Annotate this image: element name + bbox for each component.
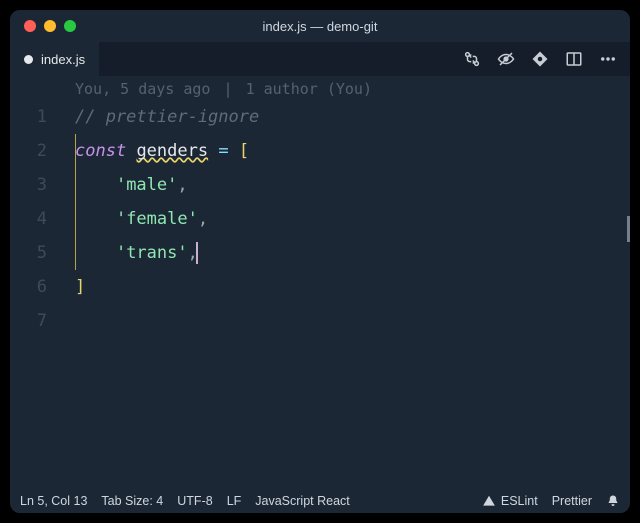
status-notifications[interactable] <box>606 494 620 508</box>
code-line[interactable]: ] <box>65 270 630 304</box>
line-number[interactable]: 4 <box>10 202 47 236</box>
title-bar: index.js — demo-git <box>10 10 630 42</box>
line-number[interactable]: 1 <box>10 100 47 134</box>
status-bar: Ln 5, Col 13 Tab Size: 4 UTF-8 LF JavaSc… <box>10 489 630 513</box>
warning-icon <box>482 494 496 508</box>
tab-label: index.js <box>41 52 85 67</box>
status-eslint-label: ESLint <box>501 494 538 508</box>
line-number[interactable]: 2 <box>10 134 47 168</box>
minimize-window-button[interactable] <box>44 20 56 32</box>
window-controls <box>10 20 76 32</box>
comment-token: // prettier-ignore <box>75 107 259 127</box>
authors-count: 1 author (You) <box>246 80 372 98</box>
toggle-watch-icon[interactable] <box>492 45 520 73</box>
breadcrumb-area <box>99 42 450 76</box>
line-number[interactable]: 6 <box>10 270 47 304</box>
punct-token: , <box>188 243 198 263</box>
line-number[interactable]: 7 <box>10 304 47 338</box>
blame-author: You, 5 days ago <box>75 80 210 98</box>
tab-bar: index.js <box>10 42 630 76</box>
code-lens[interactable]: You, 5 days ago | 1 author (You) <box>10 76 630 100</box>
code-line[interactable]: 'female', <box>65 202 630 236</box>
split-editor-icon[interactable] <box>560 45 588 73</box>
code-line[interactable]: const genders = [ <box>65 134 630 168</box>
code-line[interactable]: // prettier-ignore <box>65 100 630 134</box>
separator: | <box>224 80 233 98</box>
code-area[interactable]: // prettier-ignore const genders = [ 'ma… <box>65 100 630 489</box>
code-lines[interactable]: // prettier-ignore const genders = [ 'ma… <box>65 100 630 338</box>
line-number[interactable]: 5 <box>10 236 47 270</box>
identifier-token: genders <box>136 141 208 161</box>
bracket-token: ] <box>75 277 85 297</box>
code-line[interactable] <box>65 304 630 338</box>
more-actions-icon[interactable] <box>594 45 622 73</box>
tab-index-js[interactable]: index.js <box>10 42 99 76</box>
punct-token: , <box>198 209 208 229</box>
editor-body[interactable]: 1 2 3 4 5 6 7 // prettier-ignore const g… <box>10 100 630 489</box>
string-token: 'trans' <box>116 243 188 263</box>
line-number-gutter: 1 2 3 4 5 6 7 <box>10 100 65 489</box>
status-tab-size[interactable]: Tab Size: 4 <box>101 494 163 508</box>
line-number[interactable]: 3 <box>10 168 47 202</box>
git-compare-icon[interactable] <box>458 45 486 73</box>
editor-window: index.js — demo-git index.js <box>10 10 630 513</box>
window-title: index.js — demo-git <box>10 19 630 34</box>
code-line[interactable]: 'trans', <box>65 236 630 270</box>
zoom-window-button[interactable] <box>64 20 76 32</box>
status-eslint[interactable]: ESLint <box>482 494 538 508</box>
dirty-indicator-icon <box>24 55 33 64</box>
string-token: 'female' <box>116 209 198 229</box>
bracket-token: [ <box>239 141 249 161</box>
punct-token: , <box>177 175 187 195</box>
source-control-icon[interactable] <box>526 45 554 73</box>
status-cursor-position[interactable]: Ln 5, Col 13 <box>20 494 87 508</box>
status-encoding[interactable]: UTF-8 <box>177 494 212 508</box>
code-line[interactable]: 'male', <box>65 168 630 202</box>
editor-actions <box>450 42 630 76</box>
close-window-button[interactable] <box>24 20 36 32</box>
status-language-mode[interactable]: JavaScript React <box>255 494 349 508</box>
status-eol[interactable]: LF <box>227 494 242 508</box>
string-token: 'male' <box>116 175 177 195</box>
bell-icon <box>606 494 620 508</box>
keyword-token: const <box>75 141 126 161</box>
operator-token: = <box>218 141 228 161</box>
status-prettier[interactable]: Prettier <box>552 494 592 508</box>
overview-ruler-mark <box>627 216 630 242</box>
